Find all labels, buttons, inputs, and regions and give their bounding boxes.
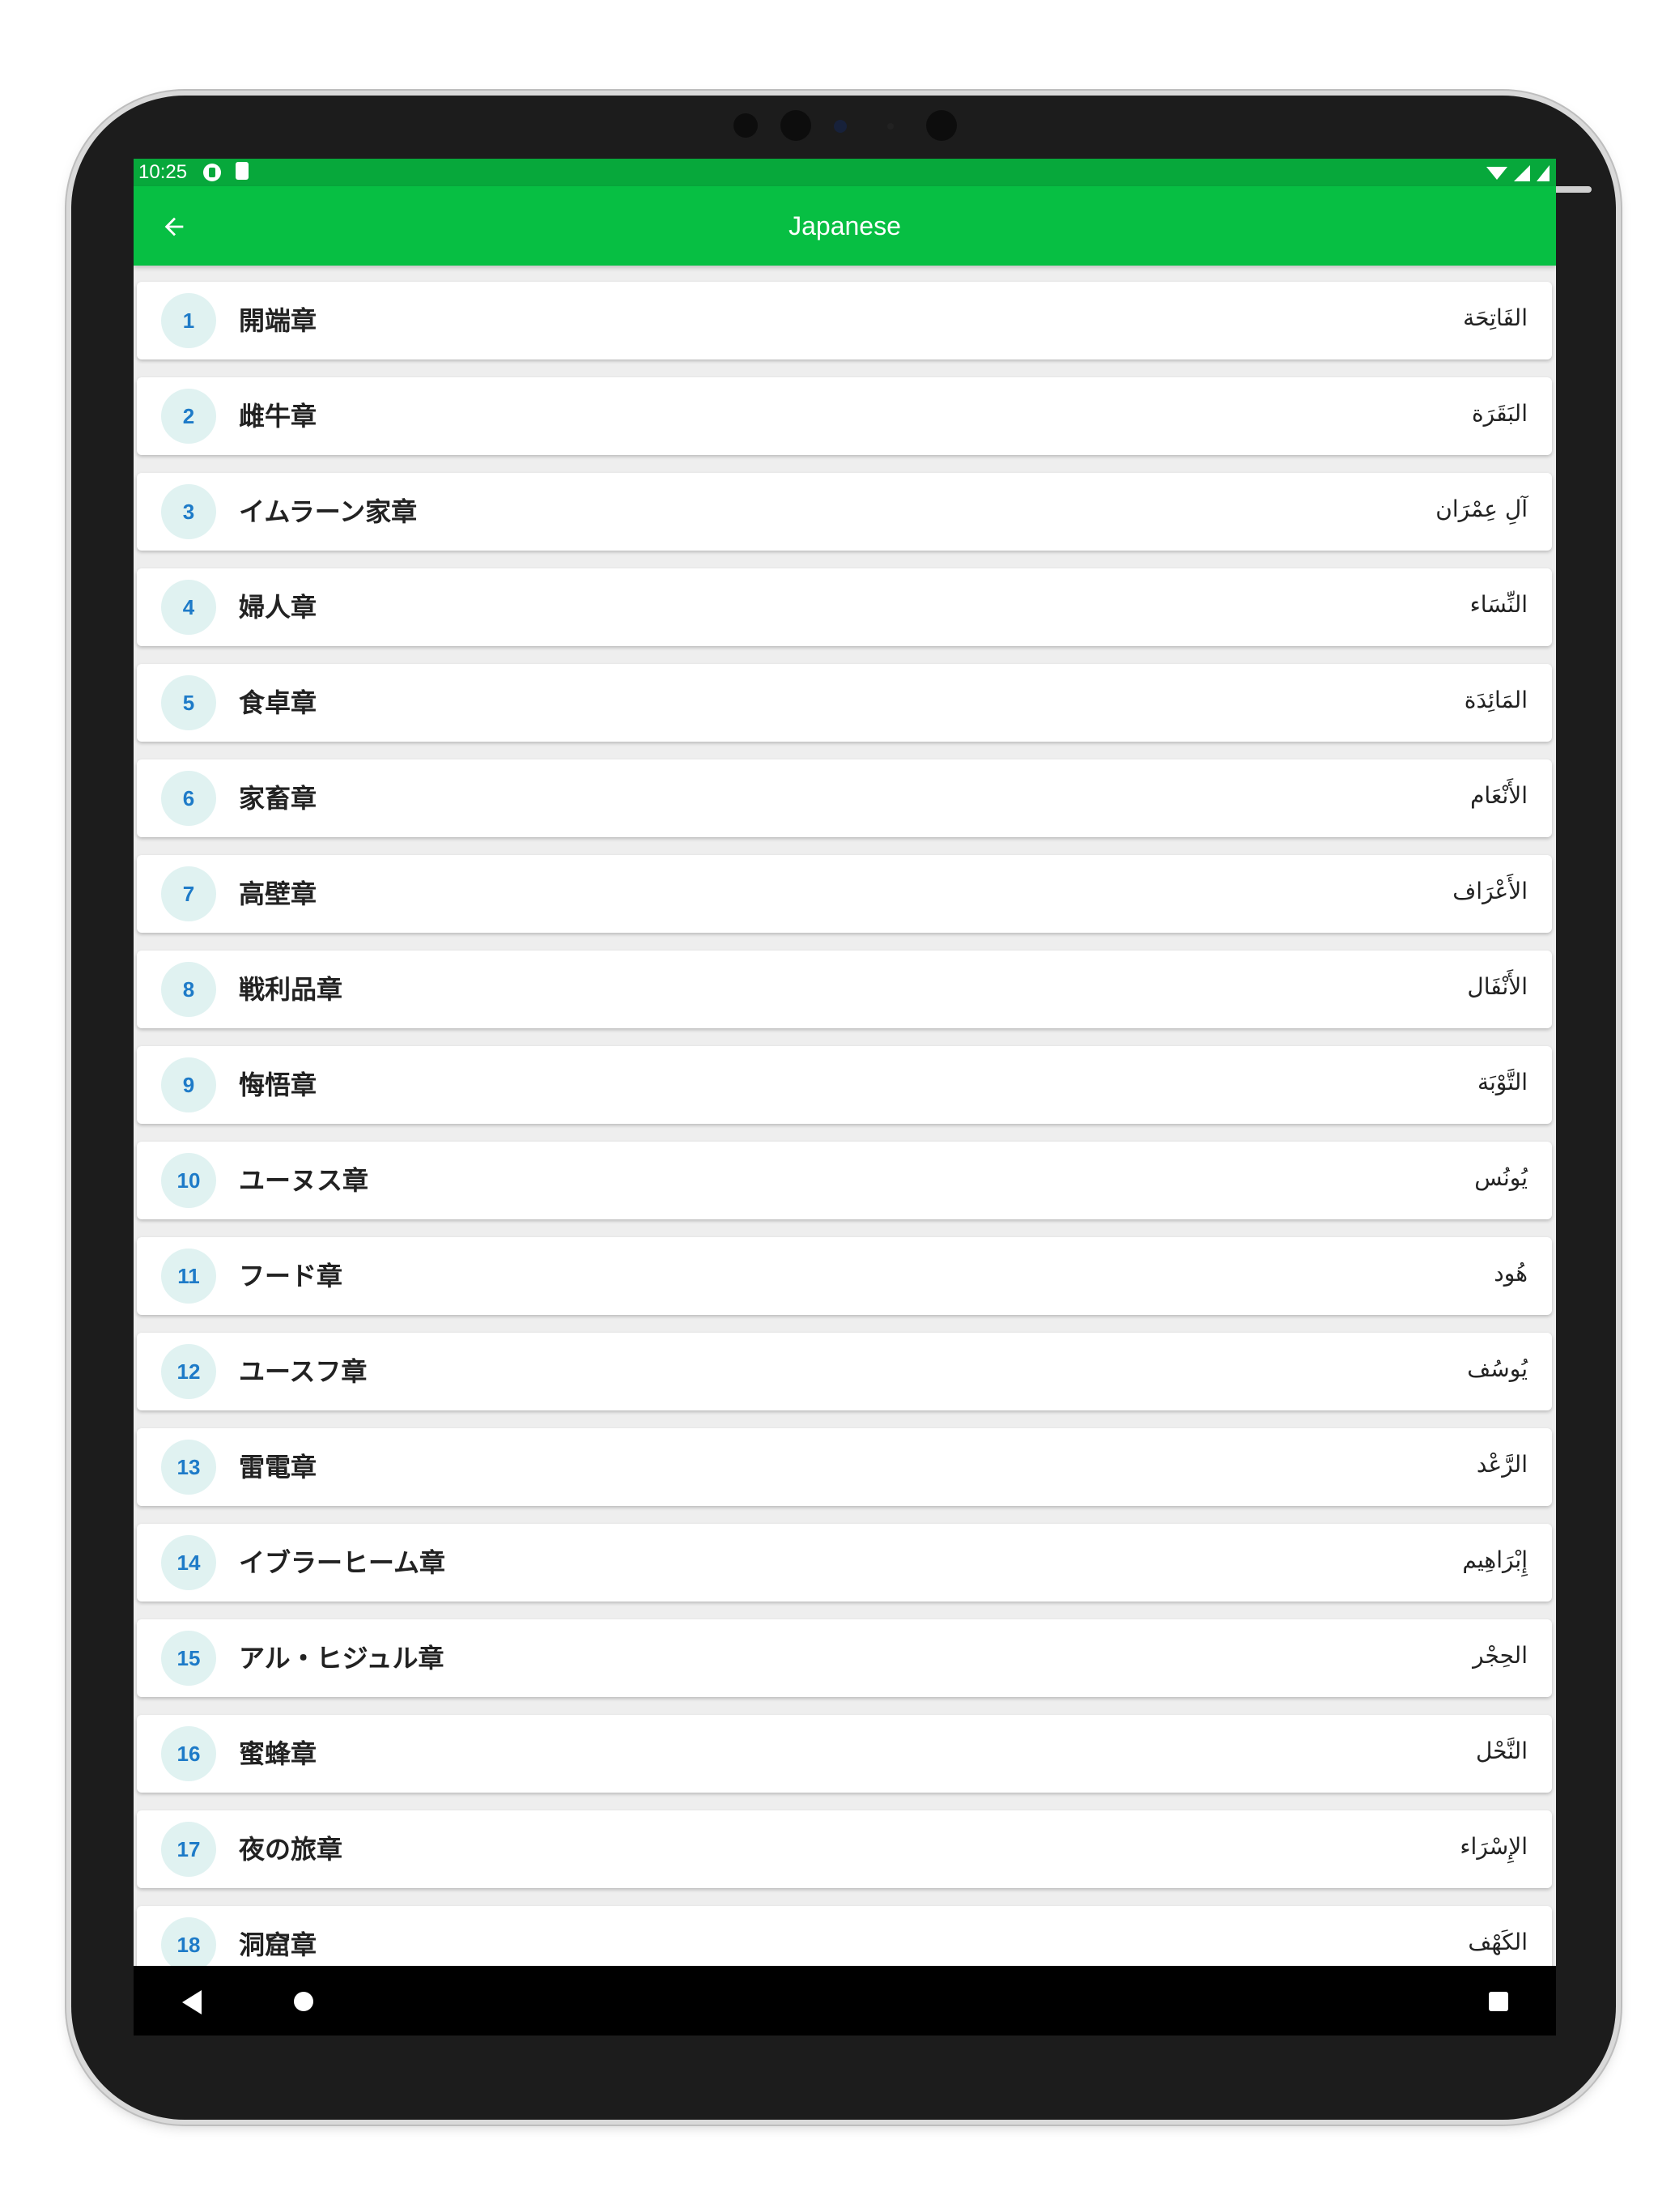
chapter-number: 18 (161, 1917, 216, 1972)
battery-icon (1537, 165, 1550, 181)
notification-icon (203, 164, 221, 181)
chapter-name-japanese: ユーヌス章 (239, 1165, 369, 1196)
chapter-number: 6 (161, 771, 216, 826)
chapter-number: 5 (161, 675, 216, 730)
chapter-row[interactable]: 5 食卓章 المَائِدَة (137, 664, 1552, 742)
arrow-left-icon (164, 217, 184, 236)
chapter-name-japanese: 婦人章 (239, 592, 317, 623)
chapter-row[interactable]: 11 フード章 هُود (137, 1237, 1552, 1315)
chapter-row[interactable]: 8 戦利品章 الأَنْفَال (137, 951, 1552, 1028)
chapter-row[interactable]: 17 夜の旅章 الإِسْرَاء (137, 1810, 1552, 1888)
chapter-row[interactable]: 9 悔悟章 التَّوْبَة (137, 1046, 1552, 1124)
sd-card-icon (236, 162, 249, 180)
chapter-name-arabic: النَّحْل (1475, 1738, 1528, 1764)
chapter-name-arabic: يُوسُف (1467, 1355, 1528, 1382)
chapter-number: 10 (161, 1153, 216, 1208)
chapter-name-japanese: 戦利品章 (239, 974, 343, 1005)
chapter-number: 3 (161, 484, 216, 539)
chapter-name-arabic: الحِجْر (1473, 1642, 1528, 1669)
chapter-name-arabic: الأَنْعَام (1470, 782, 1528, 809)
tablet-frame: 10:25 Japanese 1 開端章 الفَاتِحَة 2 雌牛章 ال… (71, 96, 1616, 2120)
triangle-back-icon[interactable] (182, 1990, 202, 2014)
status-time: 10:25 (138, 161, 188, 183)
chapter-number: 12 (161, 1344, 216, 1399)
chapter-number: 8 (161, 962, 216, 1017)
chapter-row[interactable]: 2 雌牛章 البَقَرَة (137, 377, 1552, 455)
chapter-name-arabic: الرَّعْد (1476, 1451, 1528, 1478)
screen: 10:25 Japanese 1 開端章 الفَاتِحَة 2 雌牛章 ال… (134, 159, 1556, 2035)
page-title: Japanese (789, 211, 901, 240)
chapter-number: 1 (161, 293, 216, 348)
chapter-name-japanese: アル・ヒジュル章 (239, 1643, 444, 1674)
chapter-name-arabic: هُود (1494, 1260, 1528, 1287)
chapter-row[interactable]: 10 ユーヌス章 يُونُس (137, 1142, 1552, 1219)
chapter-name-arabic: المَائِدَة (1464, 687, 1528, 713)
circle-home-icon[interactable] (294, 1992, 313, 2011)
chapter-name-japanese: フード章 (239, 1261, 343, 1291)
chapter-name-japanese: 夜の旅章 (239, 1834, 343, 1865)
chapter-number: 13 (161, 1440, 216, 1495)
chapter-name-japanese: ユースフ章 (239, 1356, 368, 1387)
chapter-name-japanese: 開端章 (239, 305, 317, 336)
chapter-row[interactable]: 1 開端章 الفَاتِحَة (137, 282, 1552, 359)
chapter-number: 11 (161, 1249, 216, 1304)
chapter-name-arabic: الأَعْرَاف (1452, 878, 1528, 904)
chapter-row[interactable]: 6 家畜章 الأَنْعَام (137, 759, 1552, 837)
chapter-name-arabic: الإِسْرَاء (1460, 1833, 1528, 1860)
signal-icon (1514, 165, 1530, 181)
square-recents-icon[interactable] (1489, 1992, 1508, 2011)
chapter-row[interactable]: 3 イムラーン家章 آلِ عِمْرَان (137, 473, 1552, 551)
chapter-name-japanese: イムラーン家章 (239, 496, 418, 527)
chapter-name-arabic: الفَاتِحَة (1463, 304, 1528, 331)
chapter-name-japanese: 高壁章 (239, 878, 317, 909)
chapter-name-arabic: إِبْرَاهِيم (1462, 1546, 1528, 1573)
chapter-name-japanese: 家畜章 (239, 783, 317, 814)
chapter-row[interactable]: 16 蜜蜂章 النَّحْل (137, 1715, 1552, 1793)
chapter-number: 2 (161, 389, 216, 444)
back-button[interactable] (150, 202, 198, 251)
chapter-name-japanese: 雷電章 (239, 1452, 317, 1482)
status-bar: 10:25 (134, 159, 1556, 186)
app-bar: Japanese (134, 186, 1556, 266)
chapter-name-arabic: النِّسَاء (1469, 591, 1528, 618)
chapter-name-arabic: آلِ عِمْرَان (1435, 496, 1528, 522)
chapter-row[interactable]: 4 婦人章 النِّسَاء (137, 568, 1552, 646)
chapter-name-japanese: 食卓章 (239, 687, 317, 718)
sensor-dot (926, 110, 957, 141)
chapter-row[interactable]: 14 イブラーヒーム章 إِبْرَاهِيم (137, 1524, 1552, 1602)
chapter-number: 14 (161, 1535, 216, 1590)
chapter-name-japanese: 悔悟章 (239, 1070, 317, 1100)
chapter-name-arabic: الأَنْفَال (1467, 973, 1528, 1000)
sensor-dot (733, 113, 758, 138)
camera-bar (71, 96, 1616, 160)
chapter-name-arabic: يُونُس (1474, 1164, 1528, 1191)
chapter-number: 4 (161, 580, 216, 635)
chapter-name-arabic: التَّوْبَة (1477, 1069, 1528, 1095)
front-camera-icon (834, 120, 847, 133)
chapter-name-japanese: 雌牛章 (239, 401, 317, 432)
chapter-number: 7 (161, 866, 216, 921)
chapter-name-arabic: البَقَرَة (1471, 400, 1528, 427)
chapter-row[interactable]: 12 ユースフ章 يُوسُف (137, 1333, 1552, 1410)
chapter-name-japanese: 蜜蜂章 (239, 1738, 317, 1769)
chapter-number: 15 (161, 1631, 216, 1686)
sensor-dot (780, 110, 811, 141)
wifi-icon (1486, 167, 1507, 180)
system-navigation-bar (134, 1966, 1556, 2035)
chapter-row[interactable]: 15 アル・ヒジュル章 الحِجْر (137, 1619, 1552, 1697)
chapter-number: 16 (161, 1726, 216, 1781)
chapter-number: 9 (161, 1057, 216, 1112)
status-indicators (1485, 162, 1550, 183)
chapter-row[interactable]: 7 高壁章 الأَعْرَاف (137, 855, 1552, 933)
chapter-number: 17 (161, 1822, 216, 1877)
chapter-row[interactable]: 13 雷電章 الرَّعْد (137, 1428, 1552, 1506)
sensor-dot (887, 123, 894, 130)
chapter-name-japanese: イブラーヒーム章 (239, 1547, 446, 1578)
